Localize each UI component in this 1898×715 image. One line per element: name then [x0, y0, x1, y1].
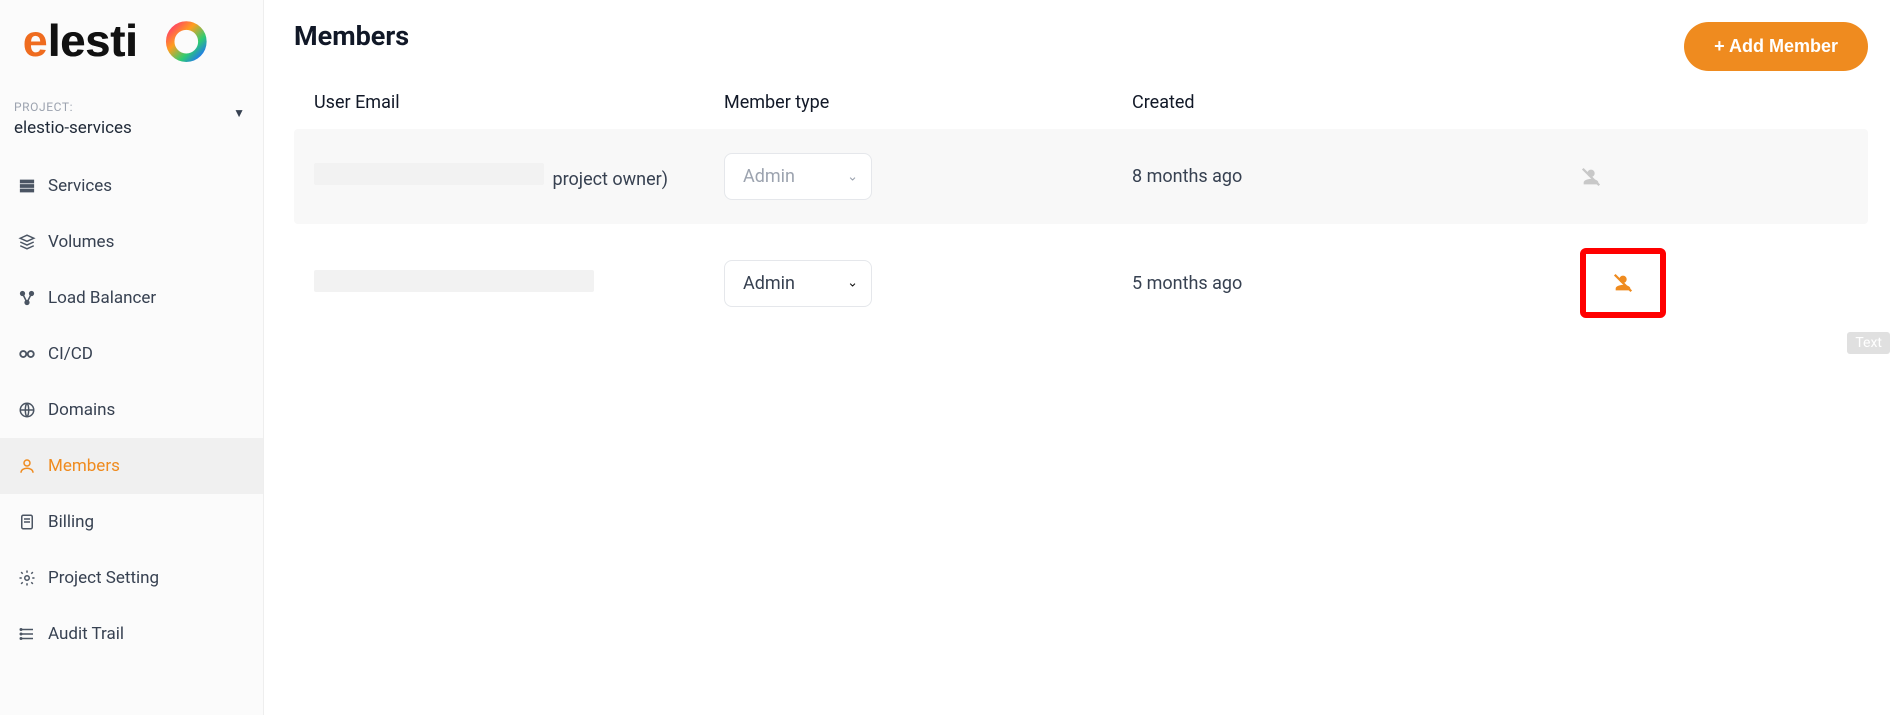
volumes-icon	[18, 233, 36, 251]
cell-created: 8 months ago	[1132, 166, 1540, 187]
header-email: User Email	[314, 92, 724, 113]
remove-member-icon	[1580, 166, 1602, 188]
sidebar-item-services[interactable]: Services	[0, 158, 263, 214]
sidebar-item-label: Members	[48, 456, 120, 476]
table-header: User Email Member type Created	[294, 82, 1868, 129]
remove-member-icon[interactable]	[1612, 272, 1634, 294]
highlighted-remove-action	[1580, 248, 1666, 318]
services-icon	[18, 177, 36, 195]
sidebar-item-audit-trail[interactable]: Audit Trail	[0, 606, 263, 662]
gear-icon	[18, 569, 36, 587]
header-action	[1540, 92, 1848, 113]
chevron-down-icon: ▼	[233, 106, 245, 120]
sidebar-item-label: Services	[48, 176, 112, 196]
chevron-down-icon: ⌄	[847, 276, 858, 291]
main-content: Members + Add Member User Email Member t…	[264, 0, 1898, 715]
sidebar-item-label: Billing	[48, 512, 94, 532]
members-table: User Email Member type Created project o…	[294, 82, 1868, 342]
sidebar-item-project-setting[interactable]: Project Setting	[0, 550, 263, 606]
table-row: Admin ⌄ 5 months ago	[294, 224, 1868, 342]
header-created: Created	[1132, 92, 1540, 113]
cell-action	[1540, 248, 1848, 318]
sidebar: elesti e lesti PROJECT: elestio-services…	[0, 0, 264, 715]
cell-created: 5 months ago	[1132, 273, 1540, 294]
sidebar-item-label: Volumes	[48, 232, 114, 252]
billing-icon	[18, 513, 36, 531]
sidebar-item-cicd[interactable]: CI/CD	[0, 326, 263, 382]
header-type: Member type	[724, 92, 1132, 113]
sidebar-nav: Services Volumes Load Balancer CI/CD Dom…	[0, 158, 263, 662]
member-type-select[interactable]: Admin ⌄	[724, 260, 872, 307]
member-type-select: Admin ⌄	[724, 153, 872, 200]
table-row: project owner) Admin ⌄ 8 months ago	[294, 129, 1868, 224]
chevron-down-icon: ⌄	[847, 169, 858, 184]
project-label: PROJECT:	[14, 100, 249, 114]
redacted-email	[314, 163, 544, 185]
add-member-button[interactable]: + Add Member	[1684, 22, 1868, 71]
sidebar-item-label: Domains	[48, 400, 115, 420]
project-selector[interactable]: PROJECT: elestio-services ▼	[0, 94, 263, 152]
owner-tag: project owner)	[552, 169, 668, 190]
cell-email: project owner)	[314, 163, 724, 190]
load-balancer-icon	[18, 289, 36, 307]
members-icon	[18, 457, 36, 475]
audit-trail-icon	[18, 625, 36, 643]
sidebar-item-label: Load Balancer	[48, 288, 156, 308]
logo: elesti e lesti	[0, 8, 263, 94]
cell-email	[314, 270, 724, 297]
sidebar-item-label: Project Setting	[48, 568, 159, 588]
sidebar-item-label: Audit Trail	[48, 624, 124, 644]
domains-icon	[18, 401, 36, 419]
text-badge: Text	[1847, 332, 1890, 354]
cell-action	[1540, 166, 1848, 188]
page-title: Members	[294, 20, 1868, 52]
redacted-email	[314, 270, 594, 292]
svg-text:e: e	[23, 18, 48, 66]
sidebar-item-load-balancer[interactable]: Load Balancer	[0, 270, 263, 326]
sidebar-item-volumes[interactable]: Volumes	[0, 214, 263, 270]
sidebar-item-billing[interactable]: Billing	[0, 494, 263, 550]
svg-text:lesti: lesti	[48, 18, 138, 66]
cell-type: Admin ⌄	[724, 260, 1132, 307]
elestio-logo: elesti e lesti	[22, 18, 222, 70]
sidebar-item-domains[interactable]: Domains	[0, 382, 263, 438]
cicd-icon	[18, 345, 36, 363]
cell-type: Admin ⌄	[724, 153, 1132, 200]
sidebar-item-members[interactable]: Members	[0, 438, 263, 494]
sidebar-item-label: CI/CD	[48, 344, 93, 364]
project-name: elestio-services	[14, 118, 249, 138]
